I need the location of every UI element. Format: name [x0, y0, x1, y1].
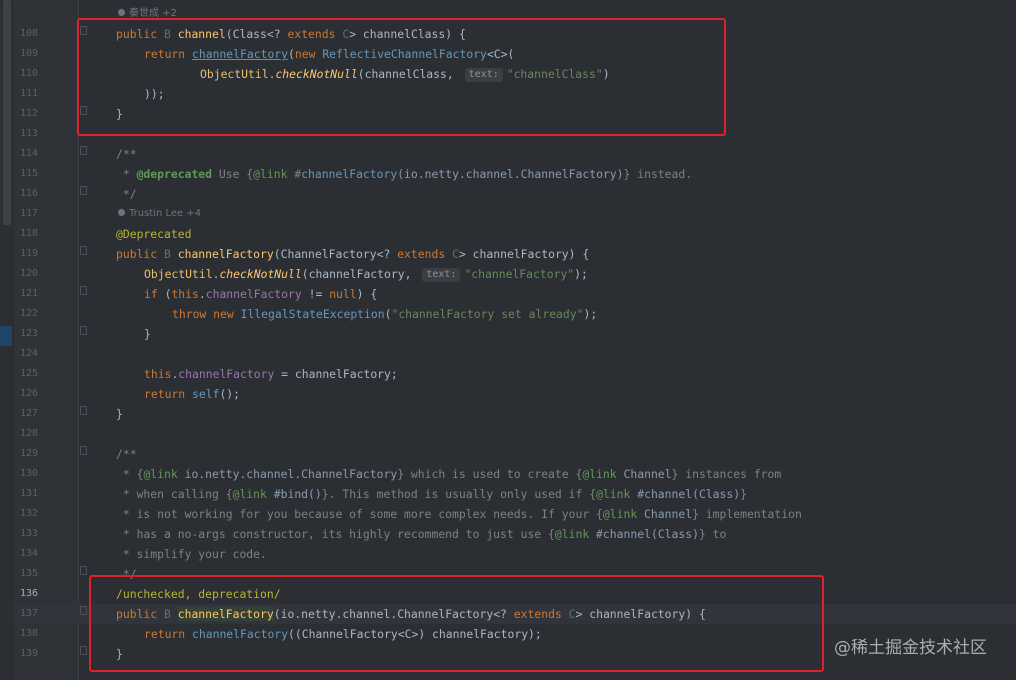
fold-marker-icon[interactable] — [80, 406, 87, 415]
code-line[interactable]: this.channelFactory = channelFactory; — [144, 364, 398, 384]
fold-marker-icon[interactable] — [80, 326, 87, 335]
watermark: @稀土掘金技术社区 — [834, 638, 987, 658]
fold-marker-icon[interactable] — [80, 246, 87, 255]
line-number[interactable]: 127 — [14, 404, 38, 424]
line-number[interactable]: 133 — [14, 524, 38, 544]
code-line[interactable]: /** — [116, 444, 137, 464]
code-line[interactable]: * when calling {@link #bind()}. This met… — [116, 484, 747, 504]
line-number[interactable]: 135 — [14, 564, 38, 584]
person-icon — [118, 9, 125, 16]
code-line[interactable]: /** — [116, 144, 137, 164]
line-number[interactable]: 110 — [14, 64, 38, 84]
line-number[interactable]: 129 — [14, 444, 38, 464]
line-number[interactable]: 121 — [14, 284, 38, 304]
line-number[interactable]: 115 — [14, 164, 38, 184]
vertical-scrollbar[interactable] — [0, 0, 14, 680]
code-line[interactable]: } — [116, 404, 123, 424]
code-line[interactable]: ObjectUtil.checkNotNull(channelFactory, … — [144, 264, 588, 284]
line-number[interactable]: 111 — [14, 84, 38, 104]
line-number[interactable]: 123 — [14, 324, 38, 344]
line-number[interactable]: 131 — [14, 484, 38, 504]
fold-marker-icon[interactable] — [80, 286, 87, 295]
line-number[interactable]: 130 — [14, 464, 38, 484]
code-line[interactable]: */ — [116, 184, 137, 204]
line-number[interactable]: 128 — [14, 424, 38, 444]
line-number[interactable]: 116 — [14, 184, 38, 204]
fold-marker-icon[interactable] — [80, 146, 87, 155]
code-line[interactable]: throw new IllegalStateException("channel… — [172, 304, 597, 324]
line-number[interactable]: 134 — [14, 544, 38, 564]
line-number[interactable]: 114 — [14, 144, 38, 164]
code-line[interactable]: * {@link io.netty.channel.ChannelFactory… — [116, 464, 781, 484]
line-number[interactable]: 109 — [14, 44, 38, 64]
parameter-hint: text: — [422, 268, 461, 282]
line-number[interactable]: 122 — [14, 304, 38, 324]
code-line[interactable]: * is not working for you because of some… — [116, 504, 802, 524]
code-line[interactable]: } — [144, 324, 151, 344]
line-number[interactable]: 117 — [14, 204, 38, 224]
line-number[interactable]: 120 — [14, 264, 38, 284]
line-number[interactable]: 112 — [14, 104, 38, 124]
code-line[interactable]: if (this.channelFactory != null) { — [144, 284, 377, 304]
person-icon — [118, 209, 125, 216]
scrollbar-thumb[interactable] — [3, 0, 11, 225]
code-line[interactable]: @Deprecated — [116, 224, 191, 244]
fold-marker-icon[interactable] — [80, 186, 87, 195]
line-number[interactable]: 132 — [14, 504, 38, 524]
scrollbar-marker — [0, 326, 12, 346]
code-line[interactable]: * @deprecated Use {@link #channelFactory… — [116, 164, 692, 184]
line-number[interactable]: 119 — [14, 244, 38, 264]
line-number[interactable]: 125 — [14, 364, 38, 384]
fold-marker-icon[interactable] — [80, 646, 87, 655]
line-number[interactable]: 139 — [14, 644, 38, 664]
line-number[interactable]: 118 — [14, 224, 38, 244]
code-line[interactable]: return self(); — [144, 384, 240, 404]
highlight-box — [77, 18, 726, 136]
fold-marker-icon[interactable] — [80, 446, 87, 455]
fold-marker-icon[interactable] — [80, 606, 87, 615]
code-author-annotation[interactable]: Trustin Lee +4 — [118, 204, 201, 224]
code-line[interactable]: * simplify your code. — [116, 544, 267, 564]
line-number[interactable]: 137 — [14, 604, 38, 624]
highlight-box — [89, 575, 824, 672]
code-line[interactable]: public B channelFactory(ChannelFactory<?… — [116, 244, 589, 264]
line-number[interactable]: 126 — [14, 384, 38, 404]
line-number[interactable]: 138 — [14, 624, 38, 644]
code-line[interactable]: * has a no-args constructor, its highly … — [116, 524, 727, 544]
line-number[interactable]: 124 — [14, 344, 38, 364]
line-number[interactable]: 108 — [14, 24, 38, 44]
line-number[interactable]: 136 — [14, 584, 38, 604]
fold-marker-icon[interactable] — [80, 566, 87, 575]
line-number[interactable]: 113 — [14, 124, 38, 144]
